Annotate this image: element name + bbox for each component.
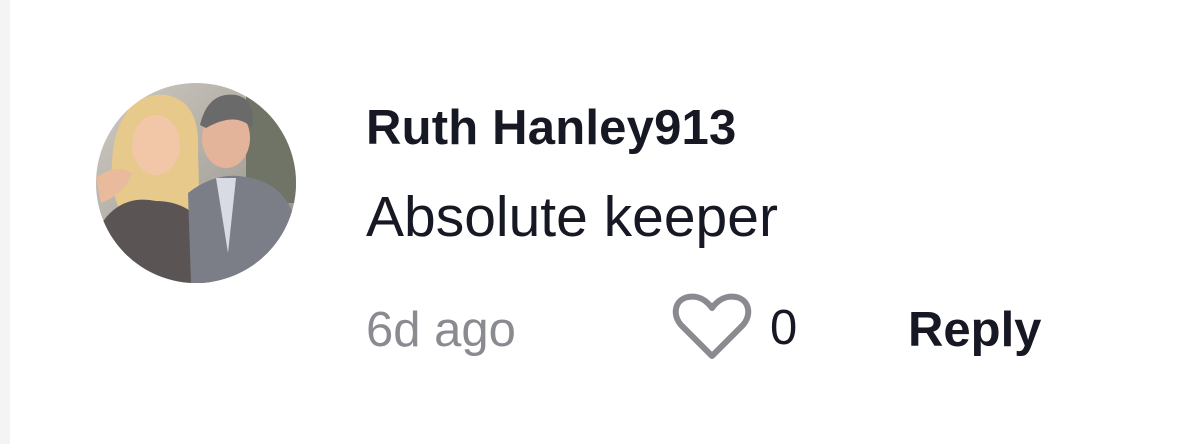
comment-timestamp: 6d ago [366,303,516,357]
avatar[interactable] [96,83,296,283]
like-button[interactable] [672,292,752,362]
avatar-photo [96,83,296,283]
comment-text: Absolute keeper [366,185,778,249]
like-count: 0 [770,301,798,355]
comment-username[interactable]: Ruth Hanley913 [366,100,736,156]
comment-item: Ruth Hanley913 Absolute keeper 6d ago 0 … [0,0,1200,444]
reply-button[interactable]: Reply [908,302,1041,358]
heart-outline-icon [672,293,752,359]
